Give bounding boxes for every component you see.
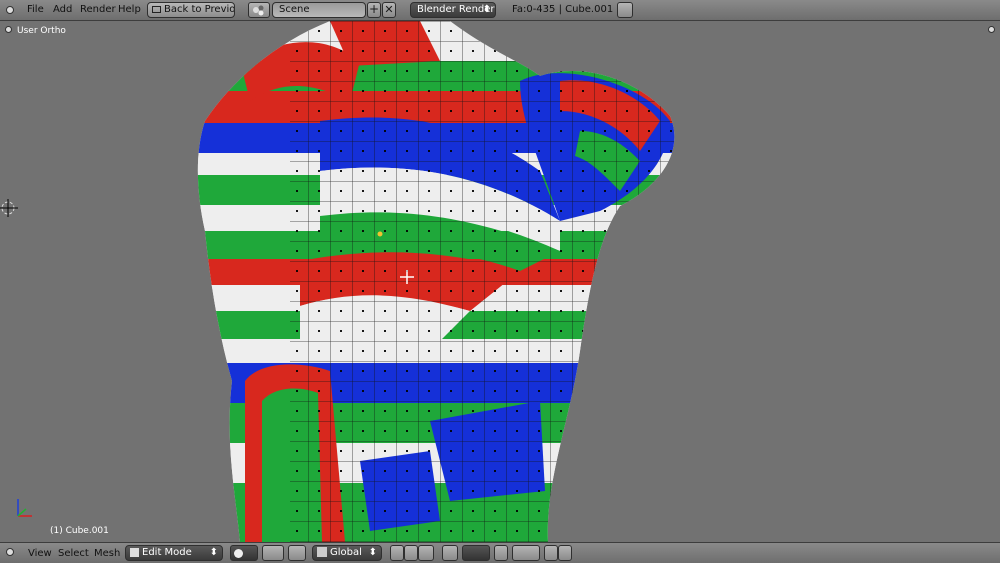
render-engine-dropdown[interactable]: Blender Render ⬍ [410,2,496,18]
limit-selection-icon[interactable] [442,545,458,561]
mode-dropdown[interactable]: Edit Mode ⬍ [125,545,223,561]
menu-add[interactable]: Add [53,4,72,15]
menu-help[interactable]: Help [118,4,141,15]
menu-render[interactable]: Render [80,4,116,15]
torso-mesh [197,21,675,542]
orientation-dropdown[interactable]: Global ⬍ [312,545,382,561]
info-header: File Add Render Help Back to Previous Sc… [0,0,1000,21]
scene-glyph-icon [253,5,264,16]
sphere-icon [234,549,243,558]
face-select-icon[interactable] [418,545,434,561]
vertex-select-icon[interactable] [390,545,404,561]
viewport-shading-dropdown[interactable] [230,545,258,561]
orientation-label: Global [330,547,362,558]
chevron-updown-icon: ⬍ [368,547,377,558]
menu-file[interactable]: File [27,4,44,15]
editor-type-icon[interactable] [6,6,14,14]
edit-mode-icon [130,547,139,557]
back-to-previous-button[interactable]: Back to Previous [147,2,235,18]
scene-icon[interactable] [248,2,270,18]
3d-view-header: View Select Mesh Edit Mode ⬍ Global ⬍ [0,542,1000,563]
mesh-canvas[interactable] [0,21,1000,542]
stats-text: Fa:0-435 | Cube.001 [512,4,614,15]
delete-scene-icon[interactable]: ✕ [382,2,396,18]
render-icon[interactable] [544,545,558,561]
fullscreen-icon[interactable] [617,2,633,18]
snap-icon[interactable] [494,545,508,561]
object-origin-icon [377,231,383,237]
edge-select-icon[interactable] [404,545,418,561]
active-object-label: (1) Cube.001 [50,526,109,536]
back-to-previous-label: Back to Previous [164,4,235,15]
add-scene-icon[interactable]: + [367,2,381,18]
menu-view[interactable]: View [28,548,52,559]
menu-select[interactable]: Select [58,548,89,559]
render-anim-icon[interactable] [558,545,572,561]
axis-gizmo-icon [17,499,32,517]
3d-viewport[interactable]: User Ortho (1) Cube.001 [0,21,1000,542]
proportional-edit-dropdown[interactable] [462,545,490,561]
orientation-icon [317,547,327,557]
manipulator-icon[interactable] [288,545,306,561]
mode-label: Edit Mode [142,547,192,558]
3d-cursor-icon [0,199,18,217]
chevron-updown-icon: ⬍ [209,547,218,558]
snap-element-dropdown[interactable] [512,545,540,561]
chevron-updown-icon: ⬍ [482,4,491,15]
editor-type-3d-icon[interactable] [6,548,14,556]
scene-field[interactable]: Scene [272,2,366,18]
menu-mesh[interactable]: Mesh [94,548,120,559]
screen-icon [152,5,161,13]
pivot-point-dropdown[interactable] [262,545,284,561]
